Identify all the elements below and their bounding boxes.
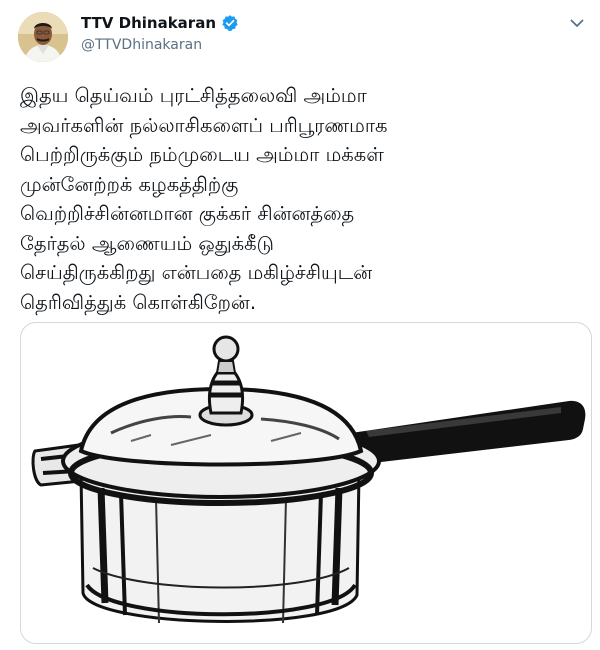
tweet-text-line: வெற்றிச்சின்னமான குக்கர் சின்னத்தை: [20, 202, 355, 225]
tweet-text-line: தேர்தல் ஆணையம் ஒதுக்கீடு: [20, 231, 274, 255]
tweet-card: TTV Dhinakaran @TTVDhinakaran இதய தெய்வம…: [0, 0, 600, 650]
tweet-text-line: முன்னேற்றக் கழகத்திற்கு: [20, 172, 239, 196]
tweet-text-line: பெற்றிருக்கும் நம்முடைய அம்மா மக்கள்: [20, 143, 384, 166]
tweet-text-line: இதய தெய்வம் புரட்சித்தலைவி அம்மா: [20, 84, 367, 107]
tweet-text-line: தெரிவித்துக் கொள்கிறேன்.: [20, 290, 257, 314]
tweet-text-line: செய்திருக்கிறது என்பதை மகிழ்ச்சியுடன்: [20, 261, 373, 284]
author-handle[interactable]: @TTVDhinakaran: [81, 37, 202, 53]
chevron-down-icon: [570, 19, 584, 27]
profile-photo-icon: [18, 12, 68, 62]
tweet-media-image[interactable]: [20, 322, 592, 644]
author-name-row: TTV Dhinakaran: [81, 14, 239, 32]
pressure-cooker-icon: [31, 335, 586, 624]
verified-badge-icon: [221, 14, 239, 32]
tweet-text-line: அவர்களின் நல்லாசிகளைப் பரிபூரணமாக: [20, 113, 388, 137]
tweet-menu-button[interactable]: [566, 12, 588, 34]
author-avatar[interactable]: [18, 12, 68, 62]
author-display-name[interactable]: TTV Dhinakaran: [81, 14, 216, 32]
tweet-text: இதய தெய்வம் புரட்சித்தலைவி அம்மா அவர்களி…: [20, 81, 590, 317]
